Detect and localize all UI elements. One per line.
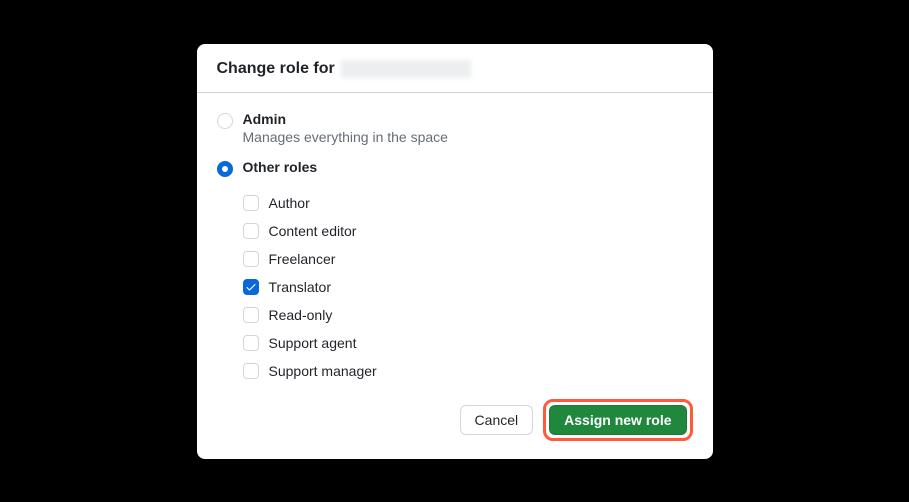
checkbox-icon bbox=[243, 223, 259, 239]
checkbox-label: Freelancer bbox=[269, 251, 336, 267]
dialog-header: Change role for bbox=[197, 44, 713, 93]
checkbox-label: Read-only bbox=[269, 307, 333, 323]
role-label: Admin bbox=[243, 111, 448, 127]
role-option-admin[interactable]: Admin Manages everything in the space bbox=[217, 107, 693, 155]
checkbox-label: Author bbox=[269, 195, 310, 211]
checkbox-label: Content editor bbox=[269, 223, 357, 239]
dialog-title: Change role for bbox=[217, 60, 335, 78]
dialog-body: Admin Manages everything in the space Ot… bbox=[197, 93, 713, 389]
highlight-box: Assign new role bbox=[543, 399, 692, 441]
change-role-dialog: Change role for Admin Manages everything… bbox=[197, 44, 713, 459]
radio-icon bbox=[217, 161, 233, 177]
checkbox-label: Support agent bbox=[269, 335, 357, 351]
checkbox-label: Support manager bbox=[269, 363, 377, 379]
role-checkbox-row[interactable]: Author bbox=[243, 189, 693, 217]
role-description: Manages everything in the space bbox=[243, 129, 448, 145]
checkbox-label: Translator bbox=[269, 279, 332, 295]
checkbox-icon bbox=[243, 335, 259, 351]
checkbox-icon bbox=[243, 251, 259, 267]
role-label: Other roles bbox=[243, 159, 318, 175]
dialog-footer: Cancel Assign new role bbox=[197, 389, 713, 459]
role-checkbox-row[interactable]: Support manager bbox=[243, 357, 693, 385]
assign-new-role-button[interactable]: Assign new role bbox=[549, 405, 686, 435]
role-option-other[interactable]: Other roles bbox=[217, 155, 693, 187]
checkbox-icon bbox=[243, 307, 259, 323]
role-checkbox-row[interactable]: Support agent bbox=[243, 329, 693, 357]
other-roles-list: Author Content editor Freelancer Translator… bbox=[217, 187, 693, 385]
checkbox-icon bbox=[243, 195, 259, 211]
checkbox-icon bbox=[243, 279, 259, 295]
role-checkbox-row[interactable]: Read-only bbox=[243, 301, 693, 329]
radio-icon bbox=[217, 113, 233, 129]
checkbox-icon bbox=[243, 363, 259, 379]
role-checkbox-row[interactable]: Freelancer bbox=[243, 245, 693, 273]
role-checkbox-row[interactable]: Translator bbox=[243, 273, 693, 301]
role-checkbox-row[interactable]: Content editor bbox=[243, 217, 693, 245]
cancel-button[interactable]: Cancel bbox=[460, 405, 534, 435]
redacted-username bbox=[341, 60, 471, 78]
